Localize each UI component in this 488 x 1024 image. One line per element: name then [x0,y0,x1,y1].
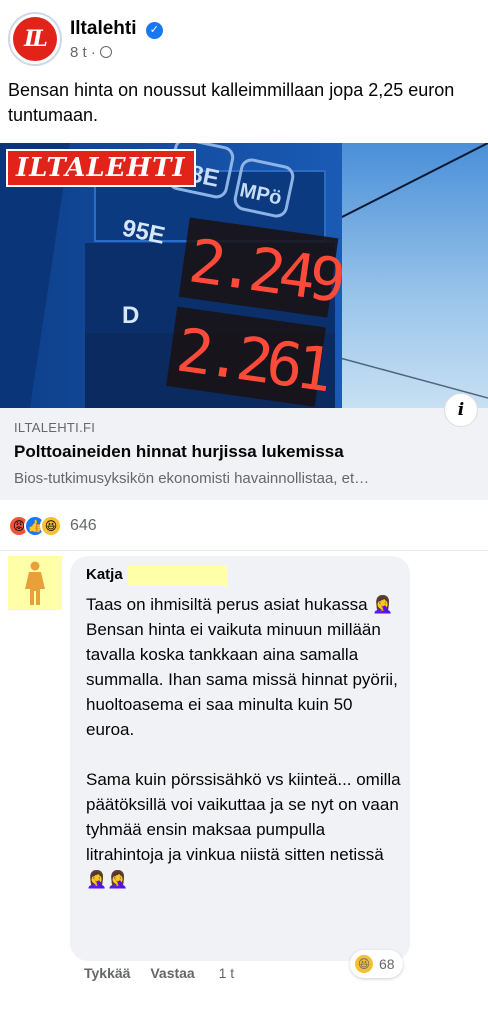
comment-time[interactable]: 1 t [219,965,235,981]
link-card[interactable]: 98E MPö 95E D 2.249 2.261 ILTALEHTI ILTA… [0,143,488,500]
haha-icon: 😆 [353,953,375,975]
page-avatar[interactable]: IL [8,12,62,66]
sign-label-d: D [122,302,139,329]
comment-reaction-count: 68 [379,956,395,972]
link-preview-meta[interactable]: ILTALEHTI.FI Polttoaineiden hinnat hurji… [0,408,488,500]
iltalehti-logo-icon: IL [13,17,57,61]
post-header: IL Iltalehti ✓ 8 t · [8,12,478,68]
like-comment-button[interactable]: Tykkää [84,965,130,981]
link-domain: ILTALEHTI.FI [14,420,96,435]
meta-separator: · [90,44,96,61]
verified-badge-icon: ✓ [145,22,163,39]
page-name-label[interactable]: Iltalehti [70,18,137,39]
post-reactions[interactable]: 😡 👍 😆 646 [8,512,97,540]
iltalehti-brand-logo: ILTALEHTI [6,149,196,187]
comment-author[interactable]: Katja [86,566,123,583]
link-title[interactable]: Polttoaineiden hinnat hurjissa lukemissa [14,442,344,462]
comment-reactions[interactable]: 😆 68 [350,950,403,978]
post-time[interactable]: 8 t [70,44,87,61]
globe-icon [100,46,113,58]
person-icon [25,561,45,605]
name-redaction [128,566,228,586]
haha-icon: 😆 [40,515,62,537]
reply-button[interactable]: Vastaa [150,965,194,981]
post-meta: 8 t · [70,44,113,61]
commenter-avatar[interactable] [8,556,62,610]
post-text: Bensan hinta on noussut kalleimmillaan j… [8,80,455,125]
comment-text: Taas on ihmisiltä perus asiat hukassa 🤦‍… [86,595,401,889]
info-button[interactable]: i [444,393,478,427]
reaction-count[interactable]: 646 [70,517,97,535]
comment-bubble: Katja Taas on ihmisiltä perus asiat huka… [70,556,410,961]
page-name[interactable]: Iltalehti ✓ [70,18,163,40]
link-description: Bios-tutkimusyksikön ekonomisti havainno… [14,470,370,487]
divider [0,550,488,551]
link-image[interactable]: 98E MPö 95E D 2.249 2.261 ILTALEHTI [0,143,488,408]
comment-actions: Tykkää Vastaa 1 t [84,965,250,981]
